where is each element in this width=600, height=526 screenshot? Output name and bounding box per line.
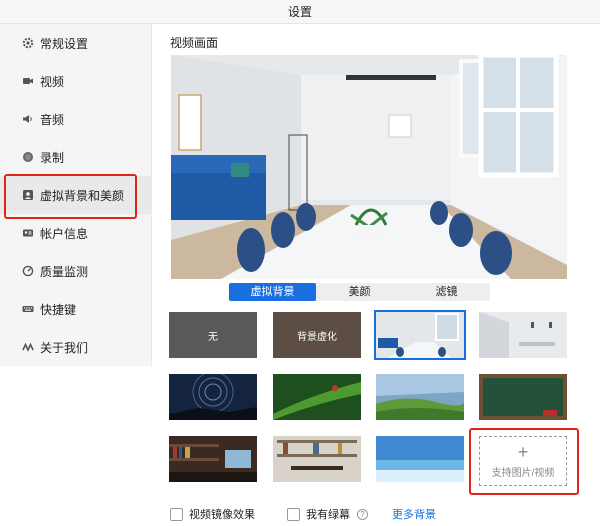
green-screen-label: 我有绿幕 — [306, 509, 350, 521]
settings-sidebar: 常规设置 视频 音频 录制 虚拟背景和美颜 帐户信息 质量监测 快捷键 关于我们 — [0, 24, 152, 366]
background-chalkboard[interactable] — [479, 374, 567, 420]
background-label: 无 — [208, 331, 218, 343]
sidebar-item-quality[interactable]: 质量监测 — [0, 252, 152, 290]
meeting-room-image — [171, 55, 567, 279]
sidebar-item-label: 视频 — [40, 74, 65, 89]
plus-icon: + — [517, 441, 529, 462]
sidebar-item-virtual-background[interactable]: 虚拟背景和美颜 — [0, 176, 152, 214]
background-green-hills[interactable] — [376, 374, 464, 420]
background-library[interactable] — [273, 436, 361, 482]
background-label: 背景虚化 — [297, 331, 337, 343]
mirror-video-option[interactable]: 视频镜像效果 — [170, 506, 255, 522]
background-beach[interactable] — [376, 436, 464, 482]
add-background-label: 支持图片/视频 — [491, 467, 555, 479]
tab-virtual-background[interactable]: 虚拟背景 — [229, 283, 316, 301]
mirror-video-checkbox[interactable] — [170, 507, 183, 521]
window-title: 设置 — [0, 0, 600, 24]
virtual-background-panel: 视频画面 虚拟背景 美颜 滤镜 无 背景虚化 + 支持图片/视频 视频镜像效果 … — [152, 24, 600, 526]
portrait-icon — [22, 189, 34, 201]
background-star-trails[interactable] — [169, 374, 257, 420]
tab-filter[interactable]: 滤镜 — [403, 283, 490, 301]
section-title: 视频画面 — [170, 36, 219, 50]
video-camera-icon — [22, 75, 34, 87]
sidebar-item-label: 虚拟背景和美颜 — [40, 188, 125, 203]
sidebar-item-label: 音频 — [40, 112, 65, 127]
background-tabs: 虚拟背景 美颜 滤镜 — [229, 283, 490, 301]
tab-beauty[interactable]: 美颜 — [316, 283, 403, 301]
sidebar-item-label: 录制 — [40, 150, 65, 165]
background-meeting-room[interactable] — [374, 310, 466, 360]
gauge-icon — [22, 265, 34, 277]
more-backgrounds-link[interactable]: 更多背景 — [392, 506, 436, 522]
star-trails-thumbnail — [169, 374, 257, 420]
background-blur[interactable]: 背景虚化 — [273, 312, 361, 358]
mirror-video-label: 视频镜像效果 — [189, 509, 255, 521]
background-label — [376, 312, 464, 358]
green-hills-thumbnail — [376, 374, 464, 420]
sidebar-item-account[interactable]: 帐户信息 — [0, 214, 152, 252]
chalkboard-thumbnail — [479, 374, 567, 420]
background-bookshelf-desk[interactable] — [169, 436, 257, 482]
sidebar-item-label: 常规设置 — [40, 36, 89, 51]
sidebar-item-video[interactable]: 视频 — [0, 62, 152, 100]
background-none[interactable]: 无 — [169, 312, 257, 358]
add-background-button[interactable]: + 支持图片/视频 — [479, 436, 567, 486]
gear-icon — [22, 37, 34, 49]
record-icon — [22, 151, 34, 163]
logo-icon — [22, 341, 34, 353]
sidebar-item-general[interactable]: 常规设置 — [0, 24, 152, 62]
sidebar-item-label: 快捷键 — [40, 302, 77, 317]
library-thumbnail — [273, 436, 361, 482]
background-leaf-dew[interactable] — [273, 374, 361, 420]
sidebar-item-audio[interactable]: 音频 — [0, 100, 152, 138]
background-white-office[interactable] — [479, 312, 567, 358]
help-icon[interactable]: ? — [357, 508, 368, 520]
sidebar-item-shortcuts[interactable]: 快捷键 — [0, 290, 152, 328]
sidebar-item-label: 质量监测 — [40, 264, 89, 279]
keyboard-icon — [22, 303, 34, 315]
video-preview — [171, 55, 567, 279]
green-screen-checkbox[interactable] — [287, 507, 300, 521]
sidebar-item-record[interactable]: 录制 — [0, 138, 152, 176]
sidebar-item-about[interactable]: 关于我们 — [0, 328, 152, 366]
speaker-icon — [22, 113, 34, 125]
leaf-dew-thumbnail — [273, 374, 361, 420]
bookshelf-desk-thumbnail — [169, 436, 257, 482]
sidebar-item-label: 关于我们 — [40, 340, 89, 355]
background-options: 视频镜像效果 我有绿幕 ? 更多背景 — [170, 506, 436, 522]
background-label — [479, 312, 567, 358]
id-card-icon — [22, 227, 34, 239]
beach-thumbnail — [376, 436, 464, 482]
sidebar-item-label: 帐户信息 — [40, 226, 89, 241]
green-screen-option[interactable]: 我有绿幕 ? — [287, 506, 368, 522]
